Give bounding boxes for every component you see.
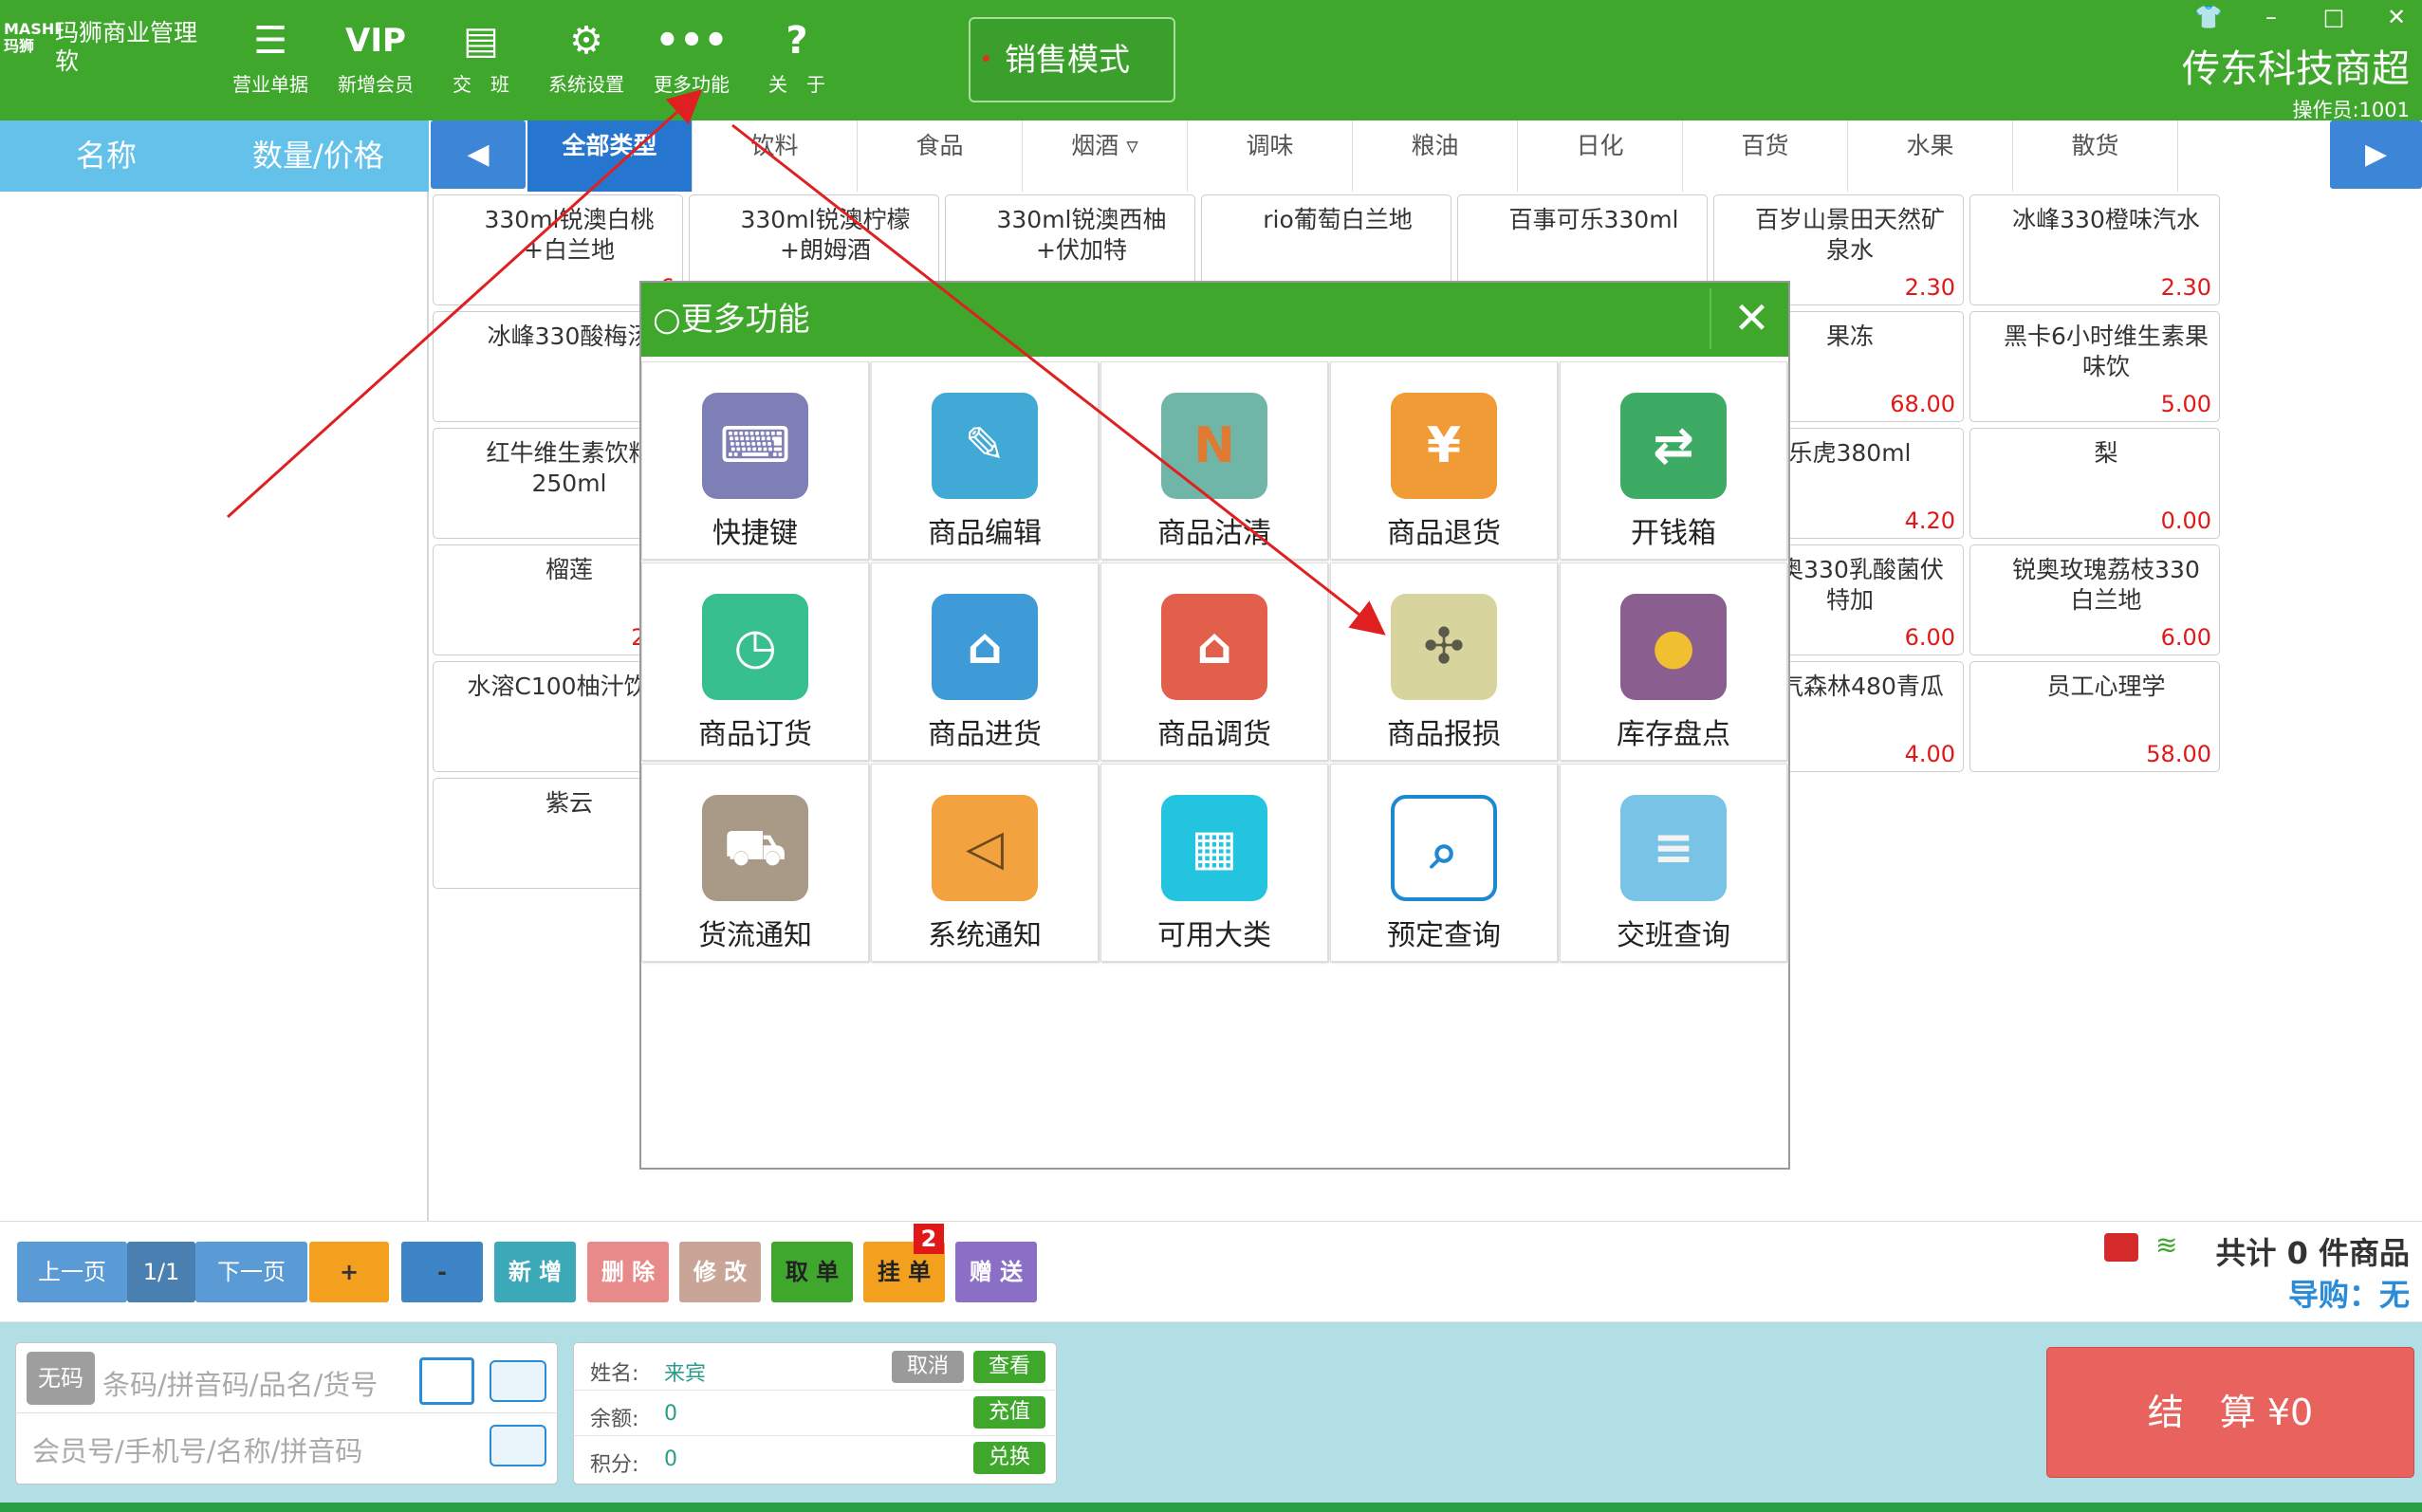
annotation-arrows xyxy=(226,88,1386,636)
annotation-arrow xyxy=(731,123,1386,636)
annotation-arrow xyxy=(226,88,703,519)
